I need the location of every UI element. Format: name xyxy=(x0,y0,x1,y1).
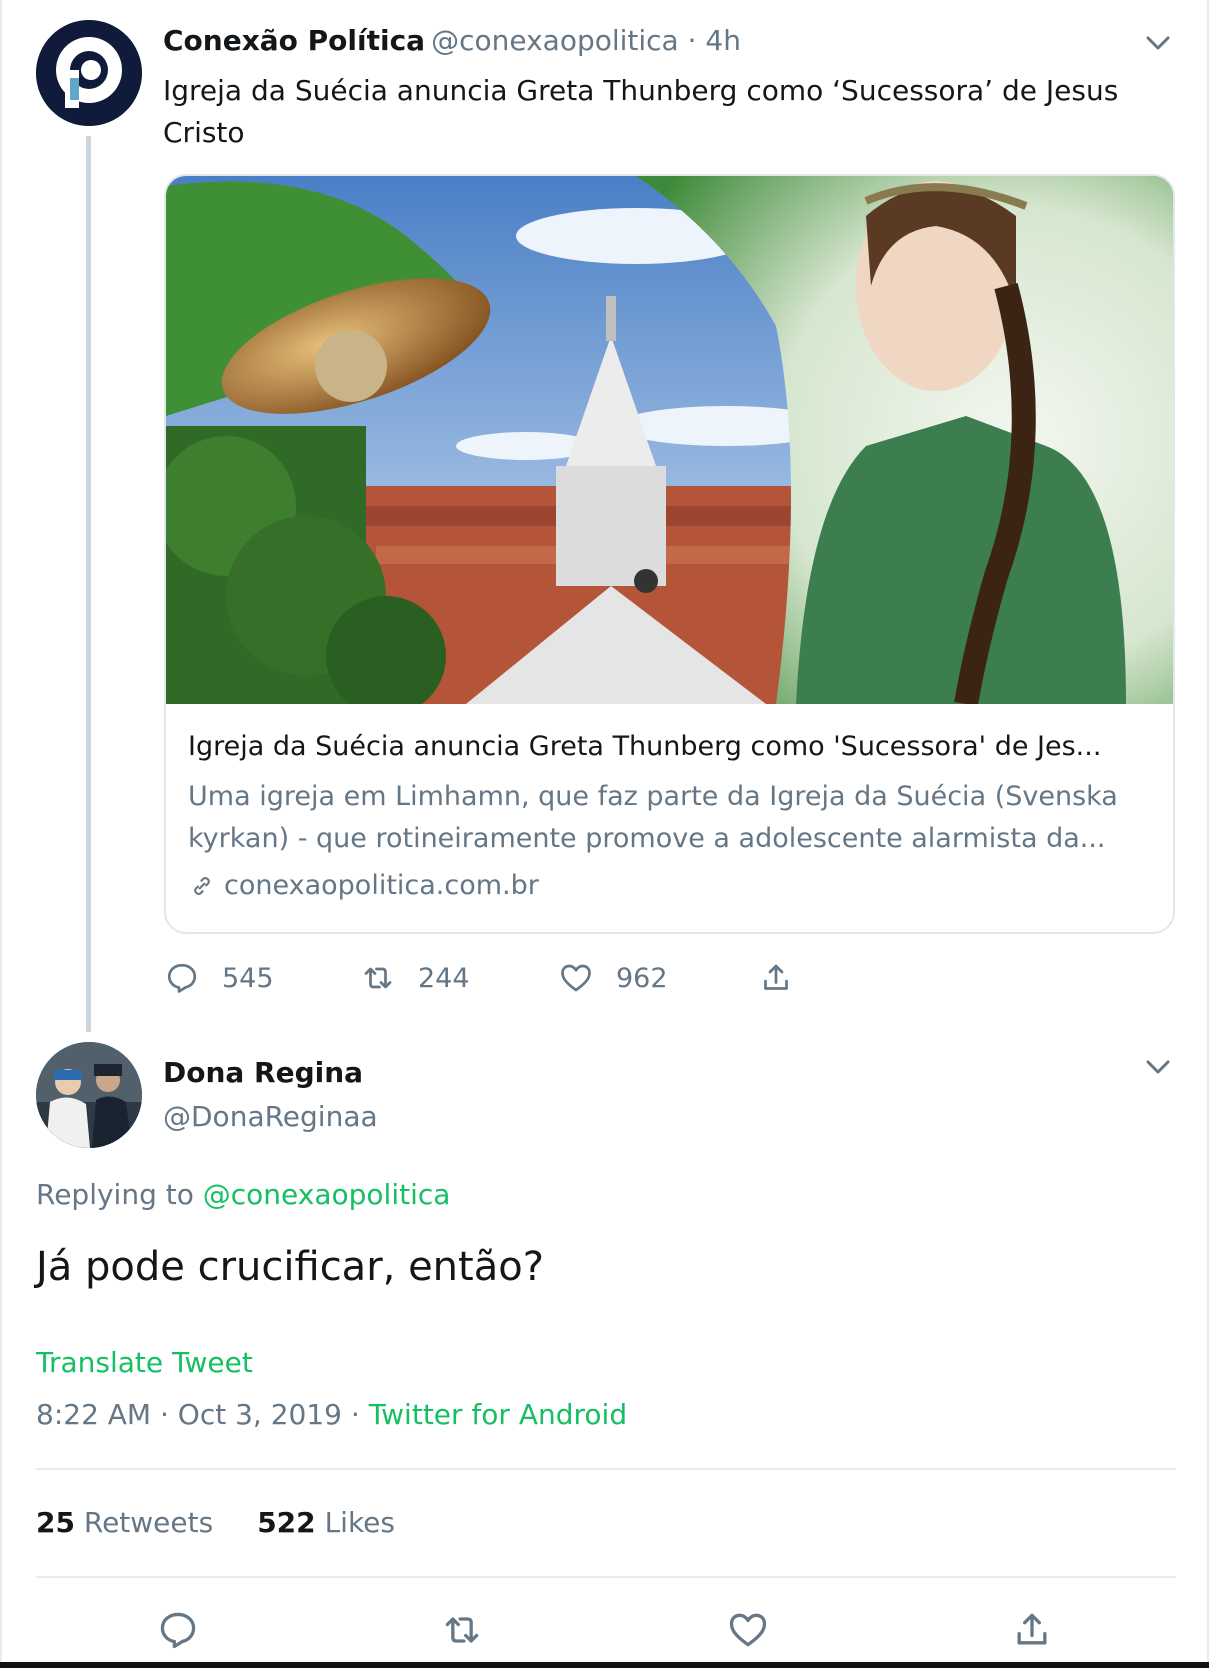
replying-handle-link[interactable]: @conexaopolitica xyxy=(203,1178,451,1211)
likes-stat[interactable]: 522 Likes xyxy=(257,1506,395,1539)
translate-tweet-link[interactable]: Translate Tweet xyxy=(36,1346,253,1379)
engagement-stats: 25 Retweets 522 Likes xyxy=(36,1506,395,1539)
card-image xyxy=(166,176,1173,716)
timestamp[interactable]: 8:22 AM · Oct 3, 2019 · xyxy=(36,1398,369,1431)
link-icon xyxy=(194,876,210,895)
retweets-count: 25 xyxy=(36,1506,75,1539)
reply-author-handle[interactable]: @DonaReginaa xyxy=(163,1100,378,1133)
like-count: 962 xyxy=(616,962,668,994)
retweets-label: Retweets xyxy=(83,1506,214,1539)
likes-label: Likes xyxy=(324,1506,395,1539)
replying-label: Replying to xyxy=(36,1178,194,1211)
conexao-politica-avatar[interactable] xyxy=(36,20,142,126)
reply-count: 545 xyxy=(222,962,274,994)
window-bottom-edge xyxy=(0,1662,1209,1668)
retweet-icon[interactable] xyxy=(440,1608,484,1652)
like-icon[interactable] xyxy=(726,1608,770,1652)
thread-line xyxy=(86,136,91,1032)
retweets-stat[interactable]: 25 Retweets xyxy=(36,1506,213,1539)
share-action[interactable] xyxy=(758,960,794,996)
author-name[interactable]: Conexão Política xyxy=(163,24,425,57)
avatar-photo xyxy=(36,1042,142,1148)
source-link[interactable]: Twitter for Android xyxy=(369,1398,627,1431)
chevron-down-icon[interactable] xyxy=(1143,1052,1173,1082)
author-handle[interactable]: @conexaopolitica · 4h xyxy=(431,24,741,57)
conexao-logo xyxy=(36,20,142,126)
like-action[interactable]: 962 xyxy=(558,960,668,996)
card-domain-text: conexaopolitica.com.br xyxy=(224,870,539,901)
divider xyxy=(36,1576,1176,1578)
tweet-meta: 8:22 AM · Oct 3, 2019 · Twitter for Andr… xyxy=(36,1398,627,1431)
reply-author-name[interactable]: Dona Regina xyxy=(163,1056,363,1089)
card-title: Igreja da Suécia anuncia Greta Thunberg … xyxy=(188,731,1102,762)
card-domain: conexaopolitica.com.br xyxy=(188,870,539,901)
share-icon xyxy=(764,964,788,990)
share-icon[interactable] xyxy=(1010,1608,1054,1652)
replying-to: Replying to @conexaopolitica xyxy=(36,1178,450,1211)
tweet-header: Conexão Política @conexaopolitica · 4h xyxy=(163,24,741,57)
divider xyxy=(36,1468,1176,1470)
likes-count: 522 xyxy=(257,1506,316,1539)
tweet-text: Igreja da Suécia anuncia Greta Thunberg … xyxy=(163,74,1119,149)
dona-regina-avatar[interactable] xyxy=(36,1042,142,1148)
retweet-action[interactable]: 244 xyxy=(360,960,470,996)
reply-text: Já pode crucificar, então? xyxy=(36,1244,544,1290)
retweet-count: 244 xyxy=(418,962,470,994)
reply-icon xyxy=(167,963,197,993)
retweet-icon xyxy=(364,967,392,989)
chevron-down-icon[interactable] xyxy=(1143,28,1173,58)
link-card[interactable]: Igreja da Suécia anuncia Greta Thunberg … xyxy=(164,174,1175,934)
card-image-collage xyxy=(166,176,1173,716)
reply-action[interactable]: 545 xyxy=(164,960,274,996)
reply-icon[interactable] xyxy=(156,1608,200,1652)
card-description: Uma igreja em Limhamn, que faz parte da … xyxy=(188,781,1118,854)
like-icon xyxy=(561,964,591,992)
